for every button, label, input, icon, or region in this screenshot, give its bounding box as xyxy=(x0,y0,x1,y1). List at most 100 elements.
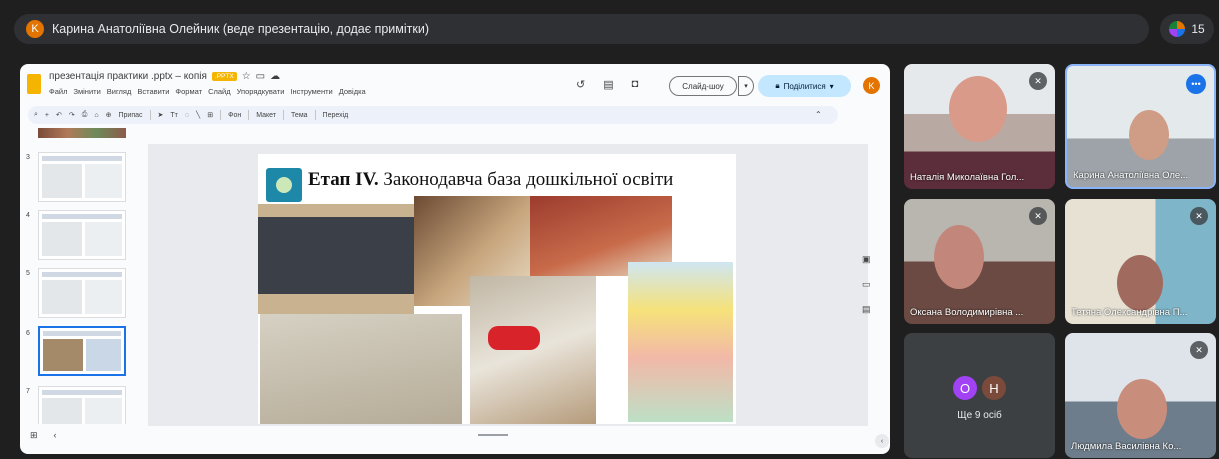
slide-thumbnail[interactable] xyxy=(38,268,126,318)
photo-binders xyxy=(258,204,414,314)
theme-button[interactable]: Тема xyxy=(291,112,307,119)
print-icon[interactable]: ⎙ xyxy=(82,111,88,119)
participant-video xyxy=(949,76,1007,142)
scrollbar[interactable] xyxy=(478,434,508,436)
menu-view[interactable]: Вигляд xyxy=(107,87,132,96)
folder-icon[interactable]: ▭ xyxy=(256,71,265,82)
layout-button[interactable]: Макет xyxy=(256,112,276,119)
participant-count: 15 xyxy=(1191,22,1205,36)
expand-panel-icon[interactable]: ‹ xyxy=(875,434,889,448)
participant-tile[interactable]: ✕ Оксана Володимирівна ... xyxy=(904,199,1055,324)
participant-tile[interactable]: ✕ Наталія Миколаївна Гол... xyxy=(904,64,1055,189)
grid-view-icon[interactable]: ⊞ xyxy=(30,430,38,441)
toolbar-divider xyxy=(149,110,151,120)
others-tile[interactable]: О Н Ще 9 осіб xyxy=(904,333,1055,458)
poster-infographic xyxy=(628,262,733,422)
side-panel-icons: ▣ ▭ ▤ xyxy=(862,254,871,315)
mic-off-icon: ✕ xyxy=(1190,207,1208,225)
slide-thumbnail[interactable] xyxy=(38,210,126,260)
cloud-icon[interactable]: ☁ xyxy=(270,71,280,82)
photo-journal xyxy=(260,314,462,424)
slides-logo-icon[interactable] xyxy=(27,74,41,94)
slide-thumbnails: 3 4 5 6 7 xyxy=(20,128,132,424)
mic-off-icon: ✕ xyxy=(1029,207,1047,225)
notes-icon[interactable]: ▤ xyxy=(862,304,871,315)
other-avatar: О xyxy=(953,376,977,400)
photo-register xyxy=(470,276,596,424)
folder-icon[interactable]: ▭ xyxy=(862,279,871,290)
select-icon[interactable]: ➤ xyxy=(158,111,164,119)
meet-stage: K Карина Анатоліївна Олейник (веде презе… xyxy=(0,0,1219,459)
presenter-avatar: K xyxy=(26,20,44,38)
menu-insert[interactable]: Вставити xyxy=(137,87,169,96)
collapse-toolbar-icon[interactable]: ⌃ xyxy=(815,110,822,119)
collapse-filmstrip-icon[interactable]: ‹ xyxy=(54,430,57,441)
menu-tools[interactable]: Інструменти xyxy=(290,87,332,96)
slideshow-button[interactable]: Слайд-шоу xyxy=(669,76,737,96)
menu-file[interactable]: Файл xyxy=(49,87,67,96)
slideshow-dropdown-icon[interactable]: ▾ xyxy=(738,76,754,96)
presenter-label: Карина Анатоліївна Олейник (веде презент… xyxy=(52,22,430,36)
presenter-banner: K Карина Анатоліївна Олейник (веде презе… xyxy=(14,14,1149,44)
filmstrip-controls: ⊞ ‹ xyxy=(30,430,57,441)
others-count: Ще 9 осіб xyxy=(957,410,1002,421)
participant-video xyxy=(934,225,984,289)
star-icon[interactable]: ☆ xyxy=(242,71,251,82)
mic-off-icon: ✕ xyxy=(1029,72,1047,90)
zoom-icon[interactable]: ⊕ xyxy=(106,111,112,119)
more-options-icon[interactable]: ••• xyxy=(1186,74,1206,94)
thumb-number: 7 xyxy=(26,388,30,395)
redo-icon[interactable]: ↷ xyxy=(69,111,75,119)
current-slide[interactable]: Етап IV. Законодавча база дошкільної осв… xyxy=(258,154,736,424)
menu-edit[interactable]: Змінити xyxy=(73,87,100,96)
participant-name: Людмила Василівна Ко... xyxy=(1071,441,1182,452)
doc-title[interactable]: презентація практики .pptx – копія xyxy=(49,71,207,82)
editing-toolbar: ⌕ + ↶ ↷ ⎙ ⌂ ⊕ Припас ➤ Tт ◌ ╲ ⊞ Фон Маке… xyxy=(28,106,838,124)
shape-icon[interactable]: ◌ xyxy=(185,112,189,119)
participant-tile[interactable]: ✕ Людмила Василівна Ко... xyxy=(1065,333,1216,458)
participant-video xyxy=(1129,110,1169,160)
slide-thumbnail[interactable] xyxy=(38,386,126,424)
format-badge: .PPTX xyxy=(211,72,237,81)
photo-hand xyxy=(488,326,540,350)
user-avatar[interactable]: K xyxy=(863,77,880,94)
transition-button[interactable]: Перехід xyxy=(323,112,349,119)
lock-icon: 🔒︎ xyxy=(775,81,780,90)
slide-thumbnail[interactable] xyxy=(38,152,126,202)
background-button[interactable]: Фон xyxy=(228,112,241,119)
slide-thumbnail-selected[interactable] xyxy=(38,326,126,376)
textbox-icon[interactable]: Tт xyxy=(170,112,177,119)
search-icon[interactable]: ⌕ xyxy=(34,111,38,119)
keep-icon[interactable]: ▣ xyxy=(862,254,871,265)
menu-slide[interactable]: Слайд xyxy=(208,87,231,96)
camera-icon[interactable]: ◘ xyxy=(632,78,639,91)
thumb-number: 4 xyxy=(26,212,30,219)
thumb-number: 3 xyxy=(26,154,30,161)
undo-icon[interactable]: ↶ xyxy=(56,111,62,119)
share-label: Поділитися xyxy=(783,81,826,91)
zoom-select[interactable]: Припас xyxy=(118,112,142,119)
participant-video xyxy=(1117,379,1167,439)
participant-name: Карина Анатоліївна Оле... xyxy=(1073,170,1189,181)
participant-tile[interactable]: ✕ Тетяна Олександрівна П... xyxy=(1065,199,1216,324)
comment-icon[interactable]: ⊞ xyxy=(207,111,213,119)
history-icon[interactable]: ↺ xyxy=(576,78,585,91)
add-icon[interactable]: + xyxy=(45,112,49,119)
paint-format-icon[interactable]: ⌂ xyxy=(94,112,98,119)
thumb-number: 5 xyxy=(26,270,30,277)
menu-format[interactable]: Формат xyxy=(175,87,202,96)
chevron-down-icon: ▾ xyxy=(829,81,834,91)
doc-title-row: презентація практики .pptx – копія .PPTX… xyxy=(49,71,280,82)
share-button[interactable]: 🔒︎ Поділитися ▾ xyxy=(758,75,851,97)
participants-button[interactable]: 15 xyxy=(1160,14,1214,44)
menu-arrange[interactable]: Упорядкувати xyxy=(237,87,285,96)
toolbar-divider xyxy=(248,110,250,120)
comments-icon[interactable]: ▤ xyxy=(603,78,613,91)
slide-thumbnail-partial[interactable] xyxy=(38,128,126,138)
participant-tile-active[interactable]: ••• Карина Анатоліївна Оле... xyxy=(1065,64,1216,189)
mic-off-icon: ✕ xyxy=(1190,341,1208,359)
line-icon[interactable]: ╲ xyxy=(196,111,200,119)
slides-appbar: презентація практики .pptx – копія .PPTX… xyxy=(20,64,890,106)
menu-help[interactable]: Довідка xyxy=(339,87,366,96)
participant-name: Наталія Миколаївна Гол... xyxy=(910,172,1025,183)
